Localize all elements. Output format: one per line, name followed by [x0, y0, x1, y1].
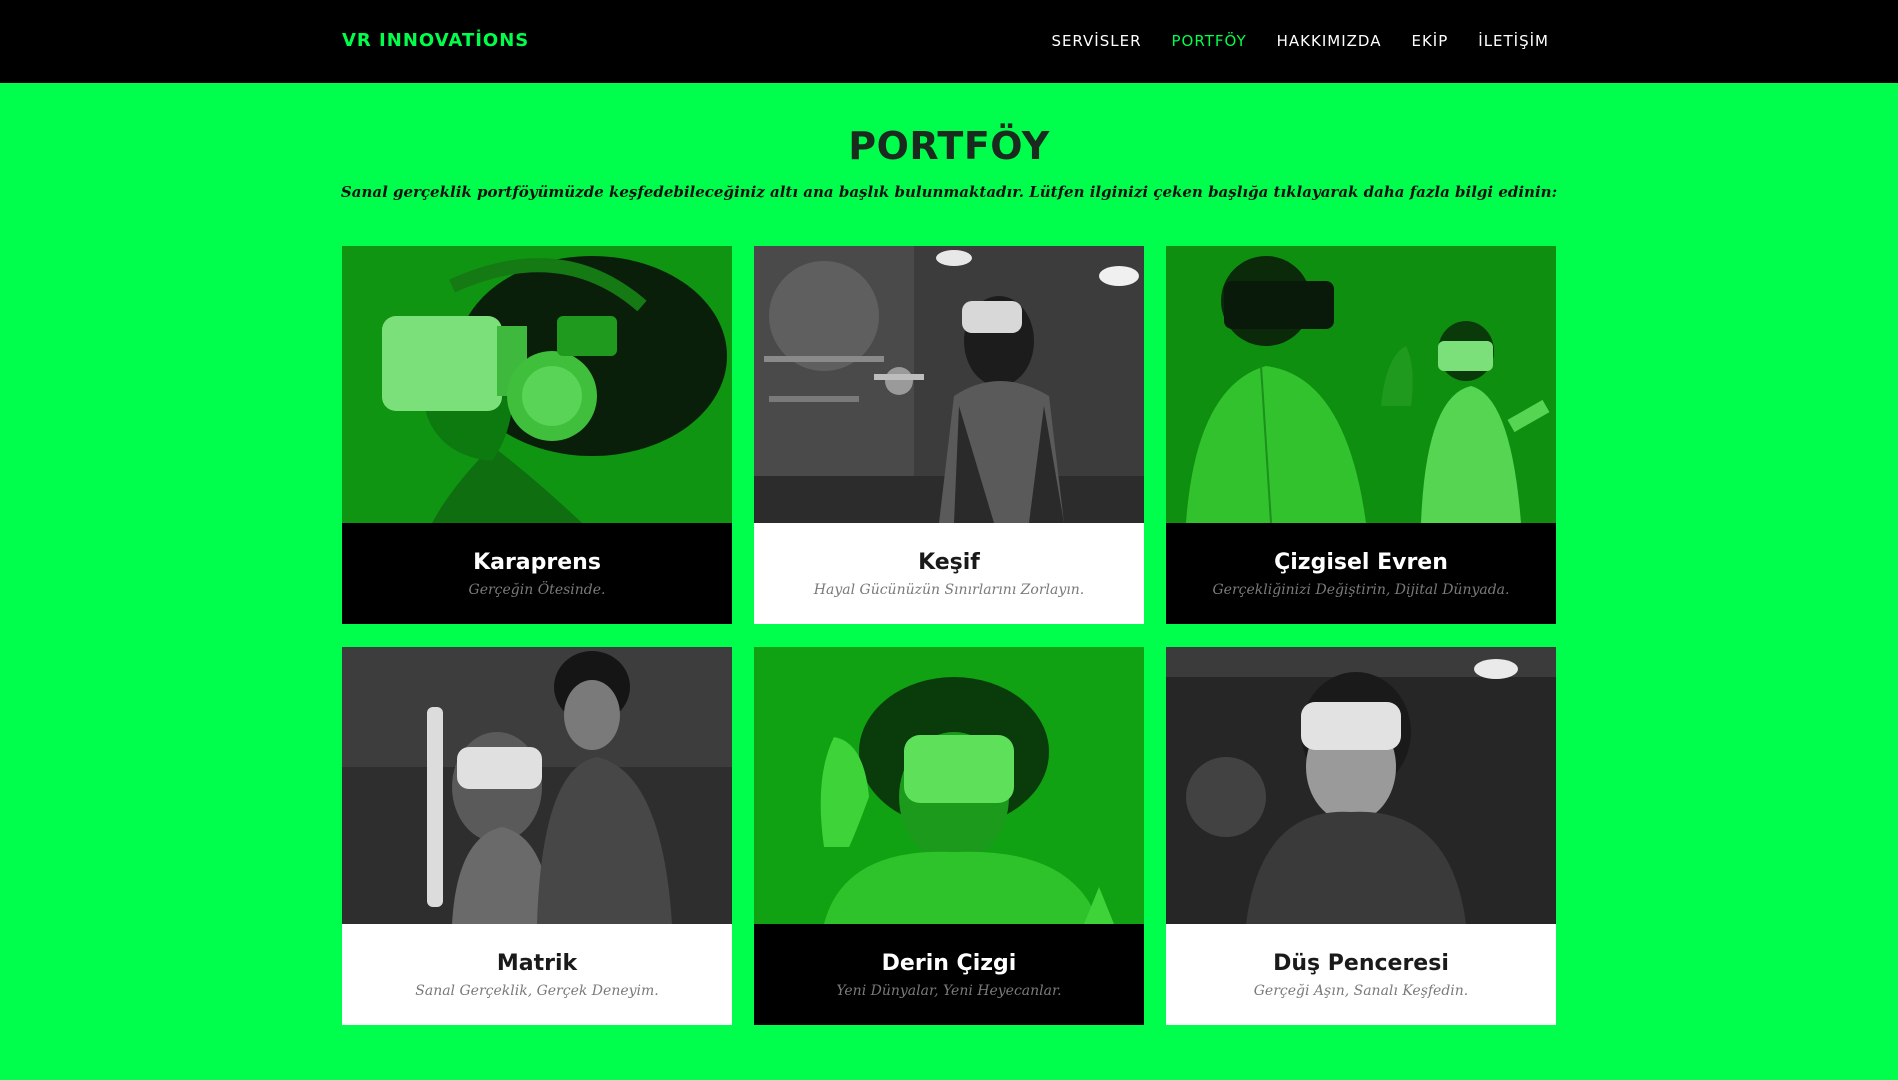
portfolio-card-kesif[interactable]: Keşif Hayal Gücünüzün Sınırlarını Zorlay… [754, 246, 1144, 624]
portfolio-image-kesif [754, 246, 1144, 523]
portfolio-card-derin-cizgi[interactable]: Derin Çizgi Yeni Dünyalar, Yeni Heyecanl… [754, 647, 1144, 1025]
portfolio-grid: Karaprens Gerçeğin Ötesinde. Keşif Hayal… [342, 246, 1557, 1025]
portfolio-image-dus-penceresi [1166, 647, 1556, 924]
card-caption: Keşif Hayal Gücünüzün Sınırlarını Zorlay… [754, 523, 1144, 624]
card-title: Düş Penceresi [1273, 951, 1449, 976]
portfolio-card-matrik[interactable]: Matrik Sanal Gerçeklik, Gerçek Deneyim. [342, 647, 732, 1025]
portfolio-image-matrik [342, 647, 732, 924]
card-caption: Düş Penceresi Gerçeği Aşın, Sanalı Keşfe… [1166, 924, 1556, 1025]
card-title: Derin Çizgi [881, 951, 1017, 976]
card-caption: Matrik Sanal Gerçeklik, Gerçek Deneyim. [342, 924, 732, 1025]
portfolio-card-dus-penceresi[interactable]: Düş Penceresi Gerçeği Aşın, Sanalı Keşfe… [1166, 647, 1556, 1025]
card-title: Karaprens [473, 550, 601, 575]
main-nav: SERVİSLER PORTFÖY HAKKIMIZDA EKİP İLETİŞ… [1051, 28, 1549, 54]
portfolio-card-cizgisel-evren[interactable]: Çizgisel Evren Gerçekliğinizi Değiştirin… [1166, 246, 1556, 624]
section-title: PORTFÖY [848, 124, 1050, 168]
nav-link-iletisim[interactable]: İLETİŞİM [1478, 28, 1549, 54]
card-title: Çizgisel Evren [1274, 550, 1448, 575]
nav-link-ekip[interactable]: EKİP [1411, 28, 1448, 54]
card-caption: Derin Çizgi Yeni Dünyalar, Yeni Heyecanl… [754, 924, 1144, 1025]
nav-link-servisler[interactable]: SERVİSLER [1051, 28, 1141, 54]
card-caption: Çizgisel Evren Gerçekliğinizi Değiştirin… [1166, 523, 1556, 624]
brand-logo[interactable]: VR INNOVATİONS [342, 28, 529, 54]
card-tagline: Hayal Gücünüzün Sınırlarını Zorlayın. [813, 582, 1085, 598]
portfolio-image-cizgisel-evren [1166, 246, 1556, 523]
section-subtitle: Sanal gerçeklik portföyümüzde keşfedebil… [340, 183, 1558, 201]
portfolio-image-derin-cizgi [754, 647, 1144, 924]
card-tagline: Yeni Dünyalar, Yeni Heyecanlar. [836, 983, 1062, 999]
top-navbar: VR INNOVATİONS SERVİSLER PORTFÖY HAKKIMI… [0, 0, 1898, 83]
nav-link-hakkimizda[interactable]: HAKKIMIZDA [1277, 28, 1382, 54]
card-tagline: Gerçeği Aşın, Sanalı Keşfedin. [1253, 983, 1469, 999]
portfolio-image-karaprens [342, 246, 732, 523]
nav-link-portfoy[interactable]: PORTFÖY [1172, 28, 1247, 54]
card-tagline: Gerçeğin Ötesinde. [468, 582, 606, 598]
card-tagline: Sanal Gerçeklik, Gerçek Deneyim. [415, 983, 659, 999]
card-tagline: Gerçekliğinizi Değiştirin, Dijital Dünya… [1212, 582, 1510, 598]
portfolio-card-karaprens[interactable]: Karaprens Gerçeğin Ötesinde. [342, 246, 732, 624]
card-caption: Karaprens Gerçeğin Ötesinde. [342, 523, 732, 624]
card-title: Keşif [918, 550, 980, 575]
card-title: Matrik [496, 951, 578, 976]
